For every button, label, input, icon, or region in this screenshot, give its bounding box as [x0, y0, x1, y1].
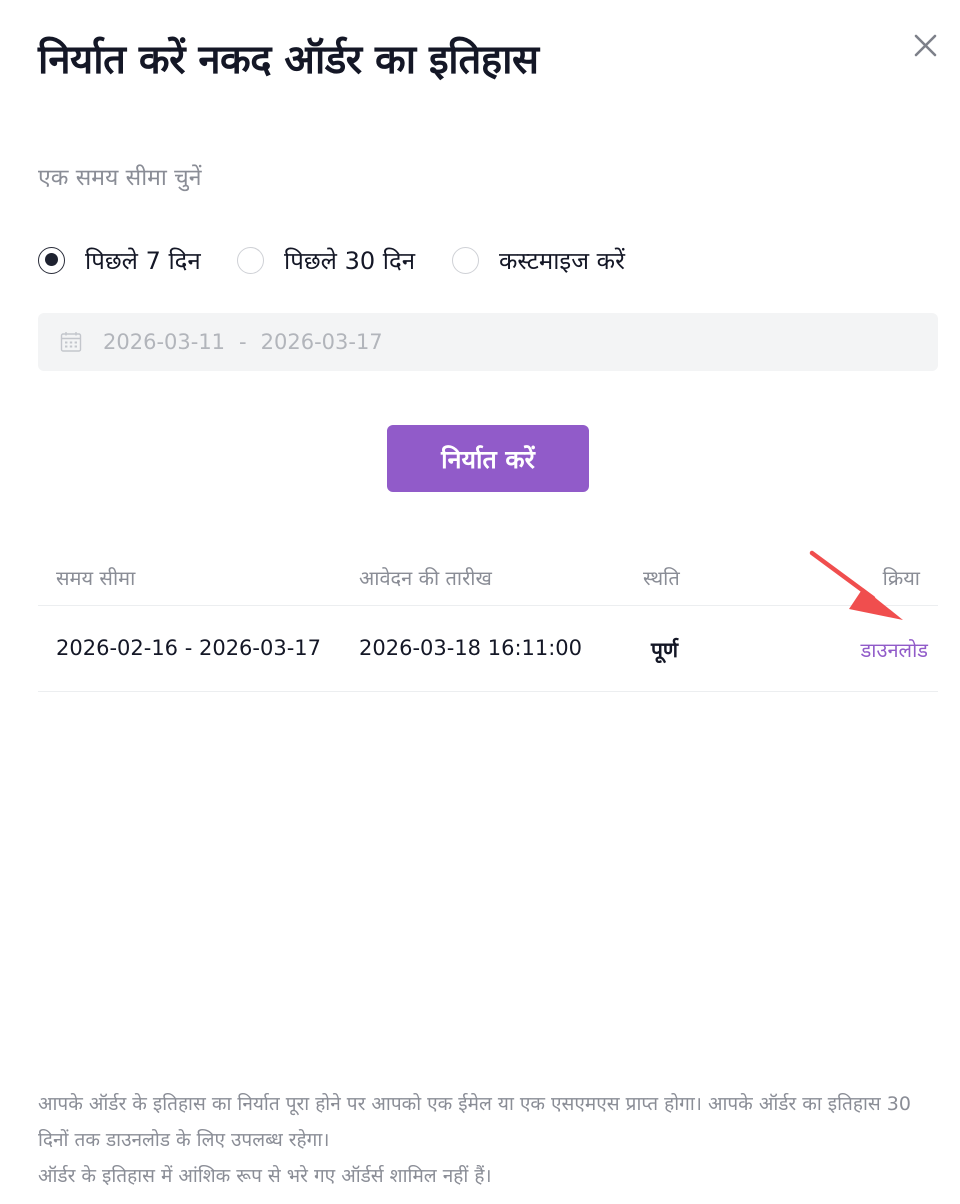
- radio-label: पिछले 30 दिन: [284, 246, 416, 275]
- footnote-line-2: ऑर्डर के इतिहास में आंशिक रूप से भरे गए …: [38, 1165, 492, 1187]
- export-history-table: समय सीमा आवेदन की तारीख स्थति क्रिया 202…: [38, 550, 938, 692]
- radio-last-7-days[interactable]: पिछले 7 दिन: [38, 240, 201, 280]
- calendar-icon: [60, 332, 82, 352]
- radio-customize[interactable]: कस्टमाइज करें: [452, 240, 625, 280]
- dialog-title: निर्यात करें नकद ऑर्डर का इतिहास: [38, 37, 539, 83]
- date-separator: -: [239, 330, 247, 354]
- footnote: आपके ऑर्डर के इतिहास का निर्यात पूरा होन…: [38, 1086, 928, 1194]
- radio-button[interactable]: [237, 246, 264, 274]
- date-range-picker[interactable]: 2026-03-11 - 2026-03-17: [38, 313, 938, 371]
- cell-applied-date: 2026-03-18 16:11:00: [359, 636, 583, 660]
- footnote-line-1: आपके ऑर्डर के इतिहास का निर्यात पूरा होन…: [38, 1093, 911, 1151]
- close-icon: [914, 34, 937, 57]
- table-header: समय सीमा आवेदन की तारीख स्थति क्रिया: [38, 550, 938, 606]
- radio-button-checked[interactable]: [38, 246, 65, 274]
- close-button[interactable]: [906, 28, 944, 66]
- radio-button[interactable]: [452, 246, 479, 274]
- radio-label: पिछले 7 दिन: [85, 246, 201, 275]
- header-status: स्थति: [643, 566, 680, 590]
- radio-label: कस्टमाइज करें: [499, 246, 625, 275]
- header-time-range: समय सीमा: [56, 566, 136, 590]
- range-radio-group: पिछले 7 दिन पिछले 30 दिन कस्टमाइज करें: [38, 240, 938, 280]
- header-applied-date: आवेदन की तारीख: [359, 566, 492, 590]
- date-end: 2026-03-17: [260, 330, 383, 354]
- radio-last-30-days[interactable]: पिछले 30 दिन: [237, 240, 415, 280]
- cell-status: पूर्ण: [651, 638, 679, 662]
- range-label: एक समय सीमा चुनें: [38, 165, 202, 191]
- download-link[interactable]: डाउनलोड: [861, 636, 928, 663]
- red-arrow-annotation: [809, 550, 903, 620]
- date-start: 2026-03-11: [103, 330, 226, 354]
- table-row: 2026-02-16 - 2026-03-17 2026-03-18 16:11…: [38, 606, 938, 692]
- cell-time-range: 2026-02-16 - 2026-03-17: [56, 636, 322, 660]
- export-button[interactable]: निर्यात करें: [387, 425, 589, 492]
